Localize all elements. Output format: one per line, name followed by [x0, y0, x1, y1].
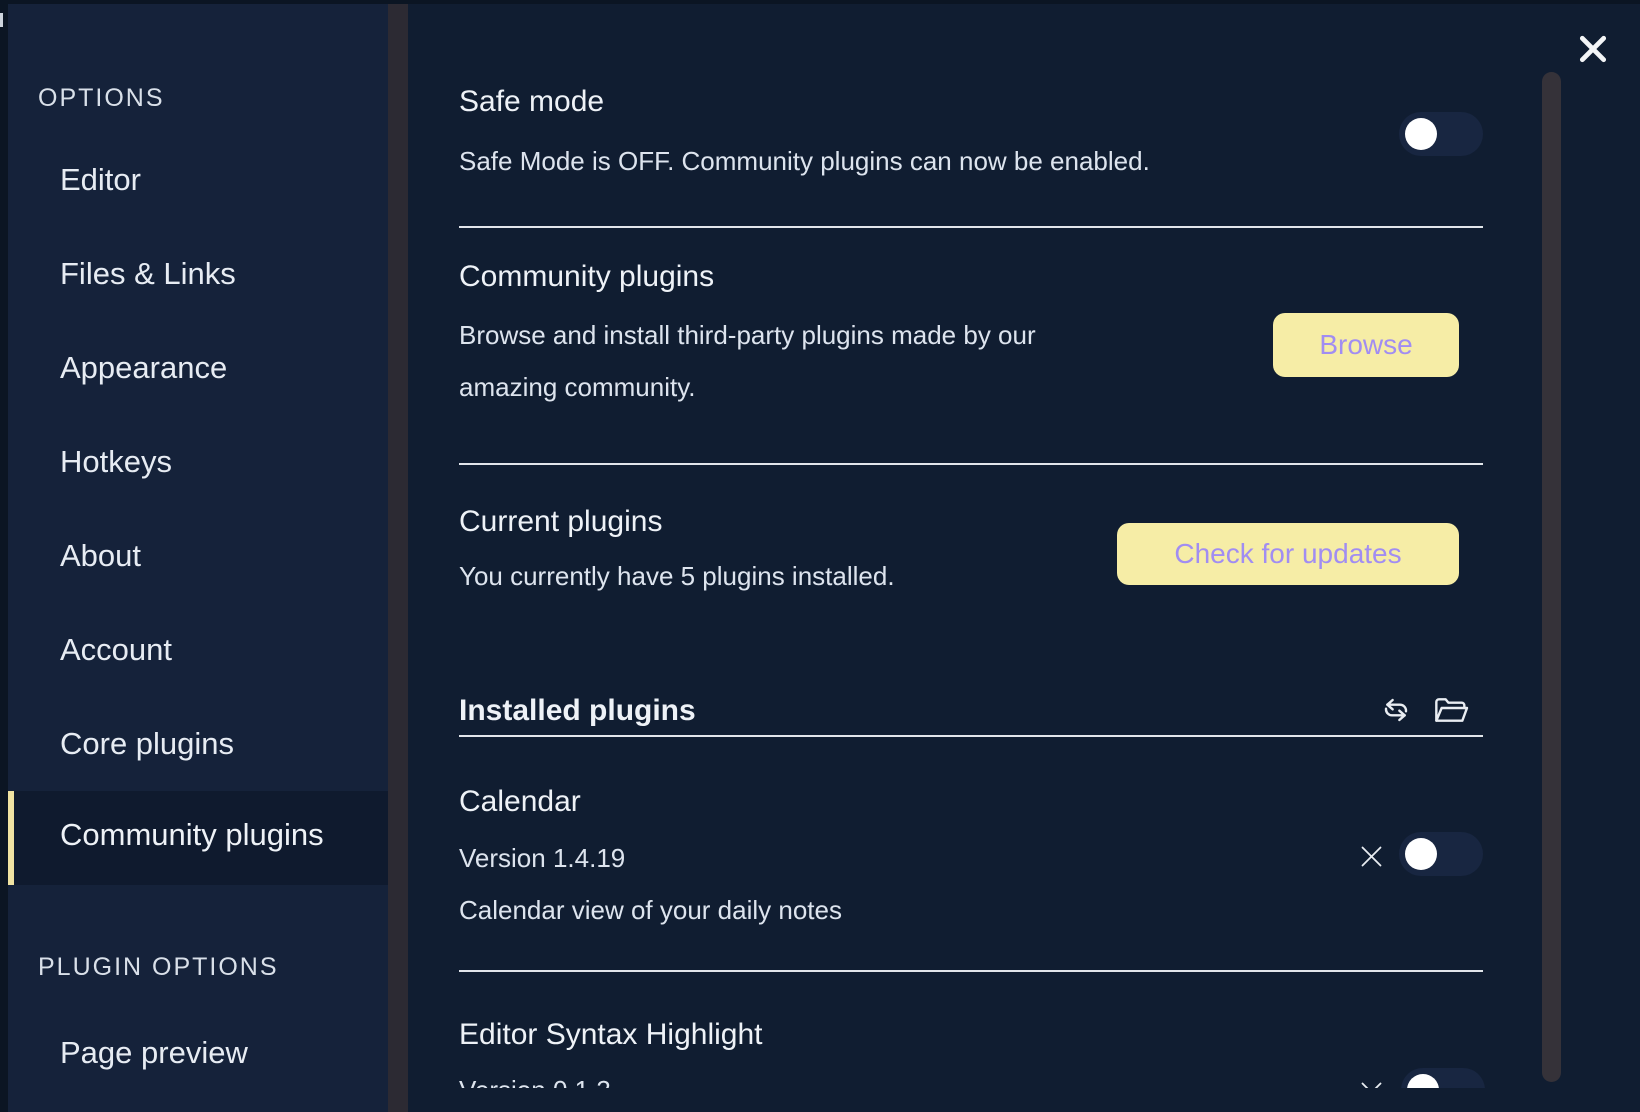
- check-for-updates-button[interactable]: Check for updates: [1117, 523, 1459, 585]
- toggle-knob: [1405, 118, 1437, 150]
- sidebar-section-plugin-options: PLUGIN OPTIONS: [38, 953, 279, 982]
- close-icon[interactable]: [1577, 33, 1609, 65]
- current-plugins-description: You currently have 5 plugins installed.: [459, 550, 895, 602]
- plugin-esh-name: Editor Syntax Highlight: [459, 1018, 763, 1052]
- plugin-calendar-toggle[interactable]: [1399, 832, 1483, 876]
- browse-button[interactable]: Browse: [1273, 313, 1459, 377]
- sidebar-item-files-links[interactable]: Files & Links: [60, 256, 236, 292]
- sidebar-item-community-plugins[interactable]: Community plugins: [8, 791, 388, 885]
- divider: [459, 970, 1483, 972]
- settings-sidebar: OPTIONS Editor Files & Links Appearance …: [8, 4, 388, 1112]
- uninstall-icon[interactable]: [1358, 843, 1385, 870]
- safe-mode-title: Safe mode: [459, 85, 604, 119]
- plugin-esh-version: Version 0.1.3: [459, 1064, 611, 1088]
- background-app-sliver: [0, 13, 3, 27]
- community-plugins-title: Community plugins: [459, 260, 714, 294]
- selected-accent-bar: [8, 791, 14, 885]
- divider: [459, 735, 1483, 737]
- sidebar-scrollbar[interactable]: [388, 4, 408, 1112]
- divider: [459, 463, 1483, 465]
- toggle-knob: [1407, 1074, 1439, 1088]
- uninstall-icon[interactable]: [1358, 1079, 1385, 1088]
- toggle-knob: [1405, 838, 1437, 870]
- sidebar-item-page-preview[interactable]: Page preview: [60, 1035, 248, 1071]
- sync-icon[interactable]: [1380, 694, 1412, 726]
- community-plugins-description: Browse and install third-party plugins m…: [459, 309, 1099, 413]
- plugin-esh-toggle[interactable]: [1401, 1068, 1485, 1088]
- settings-content: Safe mode Safe Mode is OFF. Community pl…: [408, 4, 1640, 1112]
- plugin-calendar-name: Calendar: [459, 785, 581, 819]
- settings-modal: OPTIONS Editor Files & Links Appearance …: [8, 4, 1640, 1112]
- plugin-calendar-description: Calendar view of your daily notes: [459, 884, 842, 936]
- safe-mode-description: Safe Mode is OFF. Community plugins can …: [459, 135, 1150, 187]
- current-plugins-title: Current plugins: [459, 505, 662, 539]
- sidebar-item-account[interactable]: Account: [60, 632, 172, 668]
- settings-scroll-area: Safe mode Safe Mode is OFF. Community pl…: [408, 4, 1640, 1088]
- sidebar-item-label: Community plugins: [60, 817, 324, 853]
- safe-mode-toggle[interactable]: [1399, 112, 1483, 156]
- sidebar-item-editor[interactable]: Editor: [60, 162, 141, 198]
- divider: [459, 226, 1483, 228]
- installed-plugins-heading: Installed plugins: [459, 694, 696, 728]
- sidebar-item-appearance[interactable]: Appearance: [60, 350, 227, 386]
- sidebar-item-hotkeys[interactable]: Hotkeys: [60, 444, 172, 480]
- plugin-calendar-version: Version 1.4.19: [459, 832, 625, 884]
- content-scrollbar[interactable]: [1542, 72, 1561, 1082]
- sidebar-item-core-plugins[interactable]: Core plugins: [60, 726, 234, 762]
- sidebar-item-about[interactable]: About: [60, 538, 141, 574]
- sidebar-section-options: OPTIONS: [38, 84, 165, 113]
- folder-icon[interactable]: [1432, 694, 1470, 726]
